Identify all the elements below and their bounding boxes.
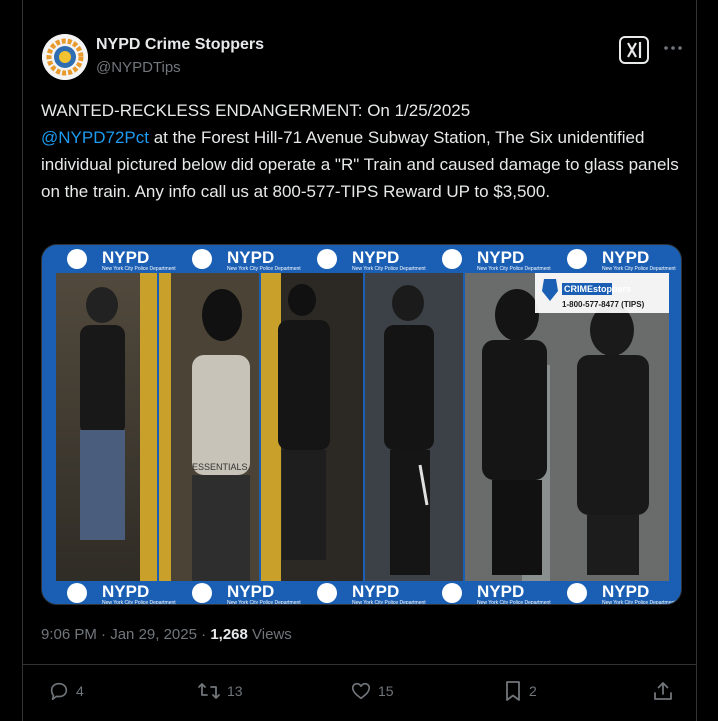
meta-separator: · [201,626,207,643]
bookmark-icon [506,681,520,701]
photo-panel-3 [261,273,363,581]
heart-icon [351,682,371,700]
like-button[interactable]: 15 [350,680,394,702]
meta-separator: · [101,626,107,643]
nypd-shield-icon [192,249,212,269]
photo-panel-1 [56,273,157,581]
nypd-shield-icon [67,583,87,603]
views-label: Views [252,626,292,643]
banner-word-9: NYPD [477,582,524,601]
right-border [696,0,697,721]
actions-divider [22,664,696,665]
views-count: 1,268 [210,626,248,643]
avatar[interactable] [42,34,88,80]
crime-stoppers-badge: CRIMEstoppers 1-800-577-8477 (TIPS) [535,273,669,313]
bookmark-count: 2 [529,683,537,699]
banner-subtitle-4: New York City Police Department [477,266,551,272]
banner-subtitle-7: New York City Police Department [227,600,301,605]
banner-word-8: NYPD [352,582,399,601]
tweet-media-image[interactable]: ESSENTIALS CRIMEstoppers 1-800-577-8477 … [41,244,682,605]
repost-count: 13 [227,683,243,699]
share-button[interactable] [652,680,674,702]
tweet-date[interactable]: Jan 29, 2025 [110,626,197,643]
nypd-shield-icon [67,249,87,269]
banner-subtitle-9: New York City Police Department [477,600,551,605]
reply-icon [50,682,68,701]
avatar-logo-icon [42,34,88,80]
tweet-text: WANTED-RECKLESS ENDANGERMENT: On 1/25/20… [41,97,686,205]
grok-button[interactable] [619,36,649,64]
nypd-shield-icon [567,583,587,603]
nypd-shield-icon [442,583,462,603]
badge-phone-text: 1-800-577-8477 (TIPS) [562,300,645,309]
photo-panel-2: ESSENTIALS [159,273,259,581]
tweet-time[interactable]: 9:06 PM [41,626,97,643]
reply-button[interactable]: 4 [48,680,84,702]
banner-subtitle-2: New York City Police Department [227,266,301,272]
mention-link[interactable]: @NYPD72Pct [41,128,149,147]
grok-icon [627,42,642,58]
photo-panel-4 [365,273,463,581]
banner-subtitle-10: New York City Police Department [602,600,676,605]
banner-word-5: NYPD [602,248,649,267]
banner-word-6: NYPD [102,582,149,601]
tweet-meta: 9:06 PM · Jan 29, 2025 · 1,268 Views [41,626,292,643]
left-border [22,0,23,721]
banner-subtitle-1: New York City Police Department [102,266,176,272]
banner-word-7: NYPD [227,582,274,601]
badge-brand-text: CRIMEstoppers [564,284,631,294]
banner-word-2: NYPD [227,248,274,267]
banner-subtitle-6: New York City Police Department [102,600,176,605]
banner-word-3: NYPD [352,248,399,267]
tweet-text-intro: WANTED-RECKLESS ENDANGERMENT: On 1/25/20… [41,101,471,120]
nypd-shield-icon [317,583,337,603]
banner-word-4: NYPD [477,248,524,267]
bookmark-button[interactable]: 2 [503,680,537,702]
share-icon [654,682,672,700]
nypd-shield-icon [442,249,462,269]
repost-icon [198,683,220,699]
like-count: 15 [378,683,394,699]
banner-word-1: NYPD [102,248,149,267]
banner-subtitle-8: New York City Police Department [352,600,426,605]
banner-subtitle-5: New York City Police Department [602,266,676,272]
more-options-button[interactable] [662,40,684,56]
nypd-shield-icon [567,249,587,269]
wanted-photo-collage: ESSENTIALS CRIMEstoppers 1-800-577-8477 … [42,245,681,605]
author-display-name[interactable]: NYPD Crime Stoppers [96,36,264,54]
shirt-text: ESSENTIALS [192,462,248,472]
reply-count: 4 [76,683,84,699]
more-icon [664,46,682,50]
nypd-shield-icon [317,249,337,269]
photo-panel-5 [465,273,669,581]
banner-word-10: NYPD [602,582,649,601]
repost-button[interactable]: 13 [197,680,243,702]
author-handle[interactable]: @NYPDTips [96,59,181,76]
nypd-shield-icon [192,583,212,603]
banner-subtitle-3: New York City Police Department [352,266,426,272]
